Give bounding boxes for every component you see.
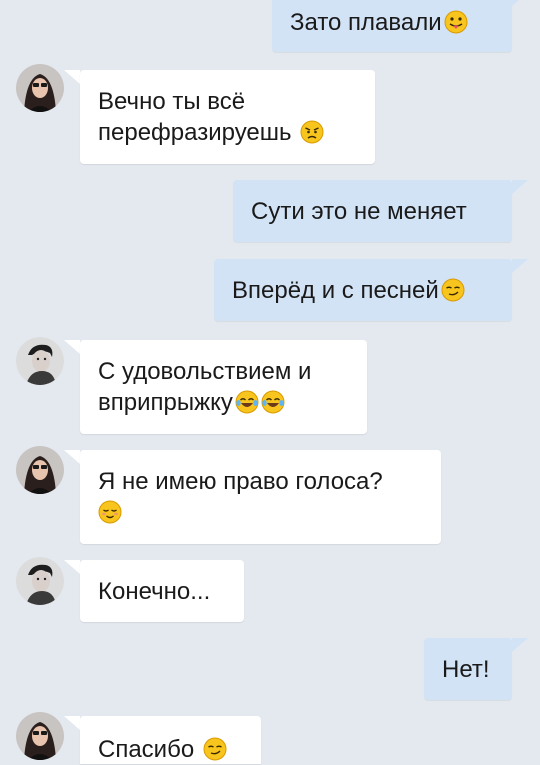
message-text-line: Нет! [442, 655, 490, 683]
tongue-face-emoji [444, 10, 468, 34]
message-text-line: Зато плавали [290, 8, 442, 36]
tears-of-joy-emoji [261, 390, 285, 414]
message-text: Нет! [442, 654, 490, 685]
message-text-line: Спасибо [98, 736, 195, 763]
message-bubble[interactable]: Вечно ты всё перефразируешь [80, 70, 375, 164]
message-text-line: Вперёд и с песней [232, 276, 439, 304]
message-text: Зато плавали [290, 7, 468, 38]
message-bubble[interactable]: Вперёд и с песней [214, 259, 512, 321]
message-text-line: Конечно... [98, 577, 211, 605]
message-text-line: С удовольствием и [98, 358, 312, 385]
chat-thread[interactable]: Зато плавали Вечно ты всё перефразируешь [0, 0, 540, 764]
message-text: Конечно... [98, 576, 210, 607]
message-text-line: Я не имею право голоса? [98, 468, 383, 495]
message-text: Я не имею право голоса? [98, 466, 383, 528]
contact-avatar-girl[interactable] [16, 712, 64, 760]
message-bubble[interactable]: Спасибо [80, 716, 261, 764]
message-text: Вечно ты всё перефразируешь [98, 86, 324, 148]
message-text-line: Сути это не меняет [251, 197, 467, 225]
message-text: Сути это не меняет [251, 196, 467, 227]
angry-face-emoji [300, 120, 324, 144]
contact-avatar-girl[interactable] [16, 64, 64, 112]
tears-of-joy-emoji [235, 390, 259, 414]
message-text: С удовольствием и вприпрыжку [98, 356, 311, 418]
contact-avatar-girl[interactable] [16, 446, 64, 494]
message-text: Спасибо [98, 734, 227, 765]
message-bubble[interactable]: Нет! [424, 638, 512, 700]
relieved-face-emoji [98, 500, 122, 524]
message-text-line: вприпрыжку [98, 389, 233, 416]
smirk-face-emoji [203, 737, 227, 761]
message-text-line: Вечно ты всё [98, 88, 246, 115]
message-bubble[interactable]: Сути это не меняет [233, 180, 512, 242]
message-bubble[interactable]: Зато плавали [272, 0, 512, 52]
smirk-face-emoji [441, 278, 465, 302]
message-bubble[interactable]: С удовольствием и вприпрыжку [80, 340, 367, 434]
message-bubble[interactable]: Конечно... [80, 560, 244, 622]
contact-avatar-guy[interactable] [16, 557, 64, 605]
message-text: Вперёд и с песней [232, 275, 465, 306]
contact-avatar-guy[interactable] [16, 337, 64, 385]
message-text-line: перефразируешь [98, 119, 292, 146]
message-bubble[interactable]: Я не имею право голоса? [80, 450, 441, 544]
